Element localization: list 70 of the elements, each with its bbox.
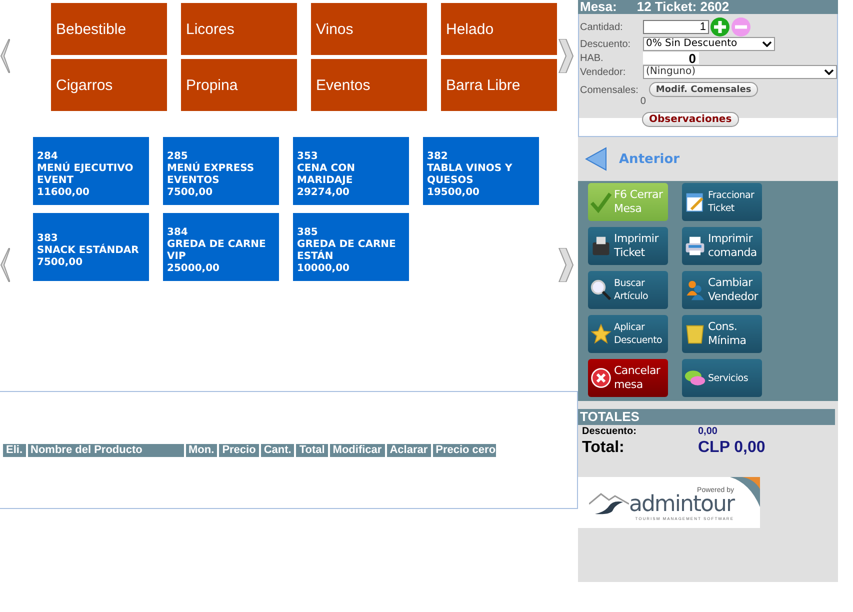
column-header: Total: [296, 444, 328, 456]
quantity-field[interactable]: 1: [643, 20, 709, 34]
total-label: Total:: [582, 439, 626, 457]
totals-header: TOTALES: [578, 409, 835, 425]
magnifier-icon: [590, 279, 612, 301]
action-button[interactable]: Cancelar mesa: [588, 359, 668, 397]
category-button[interactable]: Cigarros: [51, 59, 167, 111]
category-button[interactable]: Eventos: [311, 59, 427, 111]
product-tile[interactable]: 384 GREDA DE CARNE VIP 25000,00: [163, 213, 279, 281]
mesa-label: Mesa:: [580, 0, 617, 14]
column-header: Cant.: [260, 444, 294, 456]
discount-label: Descuento:: [582, 425, 638, 439]
category-button[interactable]: Propina: [181, 59, 297, 111]
category-button[interactable]: Bebestible: [51, 3, 167, 55]
action-button[interactable]: Cons. Mínima: [682, 315, 762, 353]
product-tile[interactable]: 385 GREDA DE CARNE ESTÁN 10000,00: [293, 213, 409, 281]
people-icon: [684, 279, 706, 301]
total-value: CLP 0,00: [698, 439, 766, 457]
column-header: Eli.: [3, 444, 26, 456]
action-button[interactable]: Cambiar Vendedor: [682, 271, 762, 309]
discount-value: 0,00: [698, 426, 718, 437]
room-field[interactable]: 0: [643, 52, 699, 64]
ticket-title: 12 Ticket: 2602: [636, 0, 730, 14]
next-arrow-icon[interactable]: [558, 248, 574, 282]
category-button[interactable]: Licores: [181, 3, 297, 55]
field-label: Vendedor:: [580, 66, 627, 78]
field-label: HAB.: [580, 52, 604, 64]
category-button[interactable]: Helado: [441, 3, 557, 55]
column-header: Modificar: [330, 444, 385, 456]
diners-count: 0: [640, 96, 646, 107]
seller-dropdown[interactable]: (Ninguno): [643, 65, 837, 79]
discount-dropdown[interactable]: 0% Sin Descuento: [643, 37, 775, 51]
column-header: Mon.: [186, 444, 218, 456]
action-button[interactable]: Buscar Artículo: [588, 271, 668, 309]
product-tile[interactable]: 285 MENÚ EXPRESS EVENTOS 7500,00: [163, 137, 279, 205]
product-tile[interactable]: 383 SNACK ESTÁNDAR 7500,00: [33, 213, 149, 281]
previous-arrow-icon[interactable]: [0, 248, 10, 282]
chevron-down-icon: [762, 41, 772, 47]
close-icon: [590, 367, 612, 389]
action-button[interactable]: Aplicar Descuento: [588, 315, 668, 353]
column-header: Aclarar: [386, 444, 431, 456]
notepad-icon: [684, 191, 706, 213]
product-tile[interactable]: 284 MENÚ EJECUTIVO EVENT 11600,00: [33, 137, 149, 205]
minus-icon[interactable]: [731, 17, 751, 37]
field-label: Cantidad:: [580, 22, 624, 32]
action-button[interactable]: Fraccionar Ticket: [682, 183, 762, 221]
check-icon: [590, 191, 612, 213]
next-arrow-icon[interactable]: [558, 39, 574, 73]
edit-diners-button[interactable]: Modif. Comensales: [648, 82, 758, 97]
column-header: Precio cero: [432, 444, 496, 456]
chevron-down-icon: [824, 69, 834, 75]
notes-button[interactable]: Observaciones: [642, 112, 739, 126]
field-label: Descuento:: [580, 38, 632, 50]
product-tile[interactable]: 353 CENA CON MARIDAJE 29274,00: [293, 137, 409, 205]
column-header: Nombre del Producto: [28, 444, 184, 456]
column-header: Precio: [219, 444, 259, 456]
action-button[interactable]: Imprimir comanda: [682, 227, 762, 265]
printer-icon: [684, 235, 706, 257]
action-button[interactable]: Imprimir Ticket: [588, 227, 668, 265]
printer-icon: [590, 235, 612, 257]
back-arrow-icon[interactable]: [585, 147, 607, 171]
product-tile[interactable]: 382 TABLA VINOS Y QUESOS 19500,00: [423, 137, 539, 205]
plus-icon[interactable]: [710, 17, 730, 37]
field-label: Comensales:: [580, 85, 638, 96]
bucket-icon: [684, 323, 706, 345]
action-button[interactable]: Servicios: [682, 359, 762, 397]
star-icon: [590, 323, 612, 345]
category-button[interactable]: Vinos: [311, 3, 427, 55]
category-button[interactable]: Barra Libre: [441, 59, 557, 111]
previous-arrow-icon[interactable]: [0, 39, 10, 73]
